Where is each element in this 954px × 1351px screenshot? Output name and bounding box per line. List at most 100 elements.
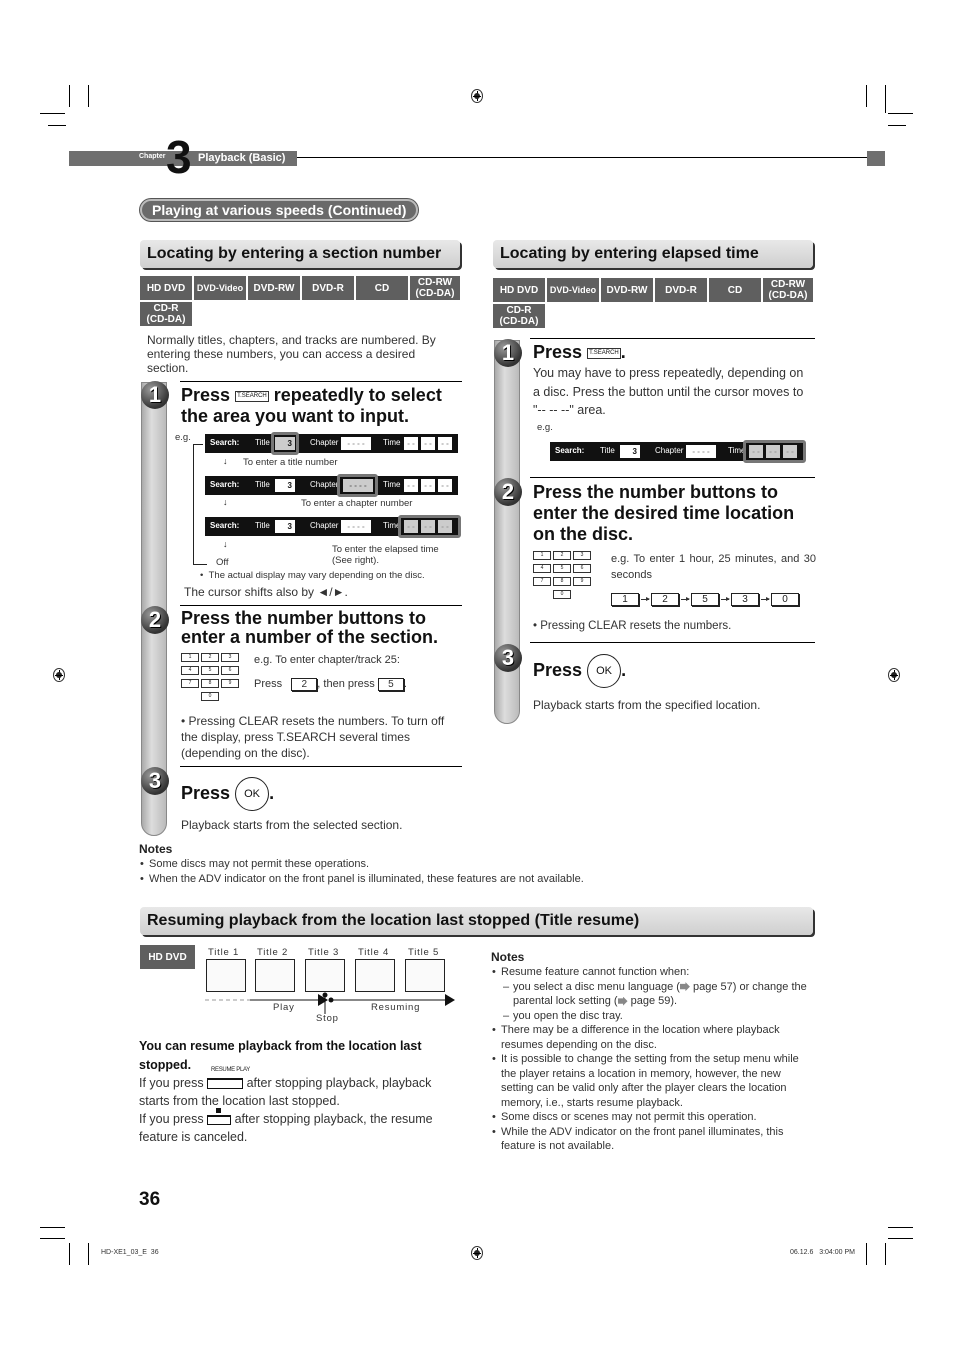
crop-mark	[885, 1243, 886, 1265]
title-thumbnail-airplane-icon	[355, 959, 395, 992]
osd-display-title: Search: Title 3 Chapter - - - - Time - -…	[205, 434, 458, 453]
step2-note: • Pressing CLEAR resets the numbers. To …	[181, 714, 445, 760]
title-label: Title 4	[358, 947, 390, 958]
note-item: Some discs or scenes may not permit this…	[491, 1110, 816, 1125]
cursor-highlight	[337, 474, 378, 497]
line2-pre: If you press	[139, 1112, 204, 1126]
osd-chapter-label: Chapter	[310, 438, 339, 447]
divider	[180, 766, 462, 767]
play-label: Play	[273, 1002, 295, 1013]
section-heading-elapsed-time: Locating by entering elapsed time	[493, 240, 813, 268]
registration-mark-icon	[471, 89, 483, 103]
osd-search-label: Search:	[210, 480, 240, 489]
resume-play-label: RESUME PLAY	[211, 1067, 250, 1073]
title-thumbnail-animal-icon	[255, 959, 295, 992]
number-key-2-icon: 2	[291, 678, 318, 691]
osd-title-value: 3	[620, 445, 640, 458]
step3-title: Press OK.	[533, 654, 626, 688]
display-note: • The actual display may vary depending …	[200, 570, 425, 581]
intro-text: Normally titles, chapters, and tracks ar…	[147, 333, 436, 375]
osd-chapter-label: Chapter	[310, 521, 339, 530]
resuming-label: Resuming	[371, 1002, 421, 1013]
cursor-highlight	[743, 440, 806, 463]
off-label: Off	[216, 557, 229, 568]
arrow-right-icon	[681, 597, 690, 601]
chapter-title: Playback (Basic)	[198, 152, 286, 164]
eg-label: e.g.	[537, 422, 553, 433]
crop-mark	[888, 125, 906, 126]
loop-line	[193, 444, 203, 445]
step-number-2: 2	[141, 606, 169, 634]
step2-example: e.g. To enter 1 hour, 25 minutes, and 30…	[611, 553, 816, 581]
press-label: Press	[533, 342, 583, 362]
crop-mark	[885, 85, 886, 113]
title-label: Title 3	[308, 947, 340, 958]
crop-mark	[866, 1243, 867, 1265]
osd-time-label: Time	[383, 438, 401, 447]
section-heading-section-number: Locating by entering a section number	[140, 240, 460, 268]
press-label: Press	[533, 659, 583, 680]
note-text: page 59).	[627, 995, 678, 1007]
chapter-bar-end	[867, 151, 885, 166]
key-3: 3	[221, 653, 239, 662]
note-item: Resume feature cannot function when:	[491, 965, 816, 980]
osd-time-minutes: - -	[421, 437, 435, 450]
osd-title-label: Title	[255, 438, 270, 447]
section-heading-title-resume: Resuming playback from the location last…	[140, 907, 813, 935]
note-subitem: you select a disc menu language ( page 5…	[491, 980, 816, 1009]
key-6: 6	[221, 666, 239, 675]
tsearch-button-icon: T.SEARCH	[587, 347, 621, 359]
tsearch-button-icon: T.SEARCH	[235, 390, 269, 402]
disc-compatibility-right: HD DVD DVD-Video DVD-RW DVD-R CD CD-RW (…	[493, 278, 817, 328]
disc-badge: CD-R (CD-DA)	[140, 302, 192, 326]
note-item: It is possible to change the setting fro…	[491, 1052, 816, 1110]
time-entry-sequence: 1 2 5 3 0	[611, 593, 799, 606]
crop-mark	[40, 113, 65, 114]
number-key-icon: 0	[771, 593, 799, 606]
osd-time-label: Time	[383, 480, 401, 489]
number-key-icon: 3	[731, 593, 759, 606]
osd-chapter-label: Chapter	[310, 480, 339, 489]
then-press-label: , then press	[317, 678, 375, 690]
title-label: Title 1	[208, 947, 240, 958]
disc-badge: CD	[709, 278, 761, 302]
stop-label: Stop	[316, 1013, 339, 1024]
caption-time: To enter the elapsed time (See right).	[332, 544, 439, 566]
crop-mark	[888, 1227, 913, 1228]
disc-compatibility-left: HD DVD DVD-Video DVD-RW DVD-R CD CD-RW (…	[140, 276, 464, 326]
step3-desc: Playback starts from the selected sectio…	[181, 818, 403, 832]
step-number-3: 3	[494, 644, 522, 672]
step1-desc: You may have to press repeatedly, depend…	[533, 366, 804, 417]
registration-mark-icon	[888, 668, 900, 682]
press-label: Press	[254, 678, 283, 690]
press-label: Press	[181, 385, 231, 405]
footer-file-label: HD-XE1_03_E 36	[101, 1249, 159, 1256]
key-1: 1	[533, 551, 551, 560]
display-note-text: The actual display may vary depending on…	[208, 570, 425, 581]
crop-mark	[888, 1238, 913, 1239]
step2-note: • Pressing CLEAR resets the numbers.	[533, 620, 732, 632]
resume-desc-1: If you press after stopping playback, pl…	[139, 1074, 459, 1110]
resume-timeline	[205, 992, 455, 1014]
footer-timestamp: 06.12.6 3:04:00 PM	[790, 1249, 855, 1256]
number-key-icon: 1	[611, 593, 639, 606]
step1-title: Press T.SEARCH repeatedly to select the …	[181, 385, 466, 427]
eg-label: e.g.	[175, 432, 191, 443]
cursor-note: The cursor shifts also by ◄/►.	[184, 585, 348, 599]
step-number-2: 2	[494, 478, 522, 506]
down-arrow-icon: ↓	[223, 539, 228, 549]
disc-badge: CD-R (CD-DA)	[493, 304, 545, 328]
key-6: 6	[573, 564, 591, 573]
osd-title-label: Title	[255, 480, 270, 489]
registration-mark-icon	[471, 1246, 483, 1260]
disc-badge: DVD-Video	[194, 276, 246, 300]
step-number-1: 1	[141, 381, 169, 409]
key-5: 5	[553, 564, 571, 573]
title-thumbnail-car-icon	[405, 959, 445, 992]
osd-chapter-value: - - - -	[341, 437, 371, 450]
crop-mark	[69, 85, 70, 107]
key-8: 8	[553, 577, 571, 586]
number-key-icon: 2	[651, 593, 679, 606]
osd-time-hours: - -	[404, 437, 418, 450]
title-thumbnail-tree-icon	[206, 959, 246, 992]
